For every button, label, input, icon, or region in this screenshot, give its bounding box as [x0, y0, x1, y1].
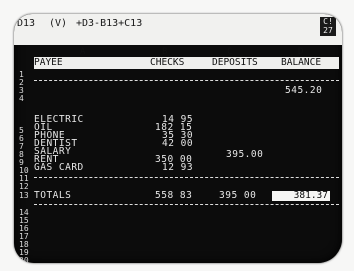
column-letter-d[interactable]: D: [298, 47, 303, 57]
cell-formula: +D3-B13+C13: [76, 18, 143, 29]
payee-cell[interactable]: GAS CARD: [34, 163, 84, 173]
deposits-cell[interactable]: 395.00: [226, 150, 263, 160]
row-number[interactable]: 12: [19, 183, 29, 191]
row-number[interactable]: 4: [19, 95, 29, 103]
column-letter-a[interactable]: A: [80, 47, 85, 57]
totals-label[interactable]: TOTALS: [34, 191, 71, 201]
row-number[interactable]: 20: [19, 257, 29, 264]
header-separator: [34, 80, 339, 81]
row-number[interactable]: 13: [19, 192, 29, 200]
checks-cell[interactable]: 12 93: [162, 163, 193, 173]
column-letter-c[interactable]: C: [227, 47, 232, 57]
indicator-top: C!: [323, 17, 333, 26]
header-payee[interactable]: PAYEE: [34, 57, 63, 69]
totals-deposits-cell[interactable]: 395 00: [219, 191, 256, 201]
indicator-bottom: 27: [323, 26, 333, 35]
header-checks[interactable]: CHECKS: [150, 57, 184, 69]
totals-separator-top: [34, 177, 339, 178]
memory-indicator: C! 27: [320, 17, 336, 36]
cell-format: (V): [49, 18, 68, 29]
header-deposits[interactable]: DEPOSITS: [212, 57, 258, 69]
status-bar: D13 (V) +D3-B13+C13 C! 27: [14, 14, 342, 45]
column-letter-b[interactable]: B: [162, 47, 167, 57]
spreadsheet-screen: D13 (V) +D3-B13+C13 C! 27 A B C D PAYEE …: [14, 14, 342, 263]
cell-reference: D13: [17, 18, 36, 29]
totals-checks-cell[interactable]: 558 83: [155, 191, 192, 201]
totals-balance-cell[interactable]: 381.37: [294, 191, 328, 201]
totals-separator-bottom: [34, 204, 339, 205]
checks-cell[interactable]: 42 00: [162, 139, 193, 149]
opening-balance-cell[interactable]: 545.20: [285, 86, 322, 96]
header-balance[interactable]: BALANCE: [281, 57, 321, 69]
cell-cursor[interactable]: 381.37: [272, 191, 330, 201]
